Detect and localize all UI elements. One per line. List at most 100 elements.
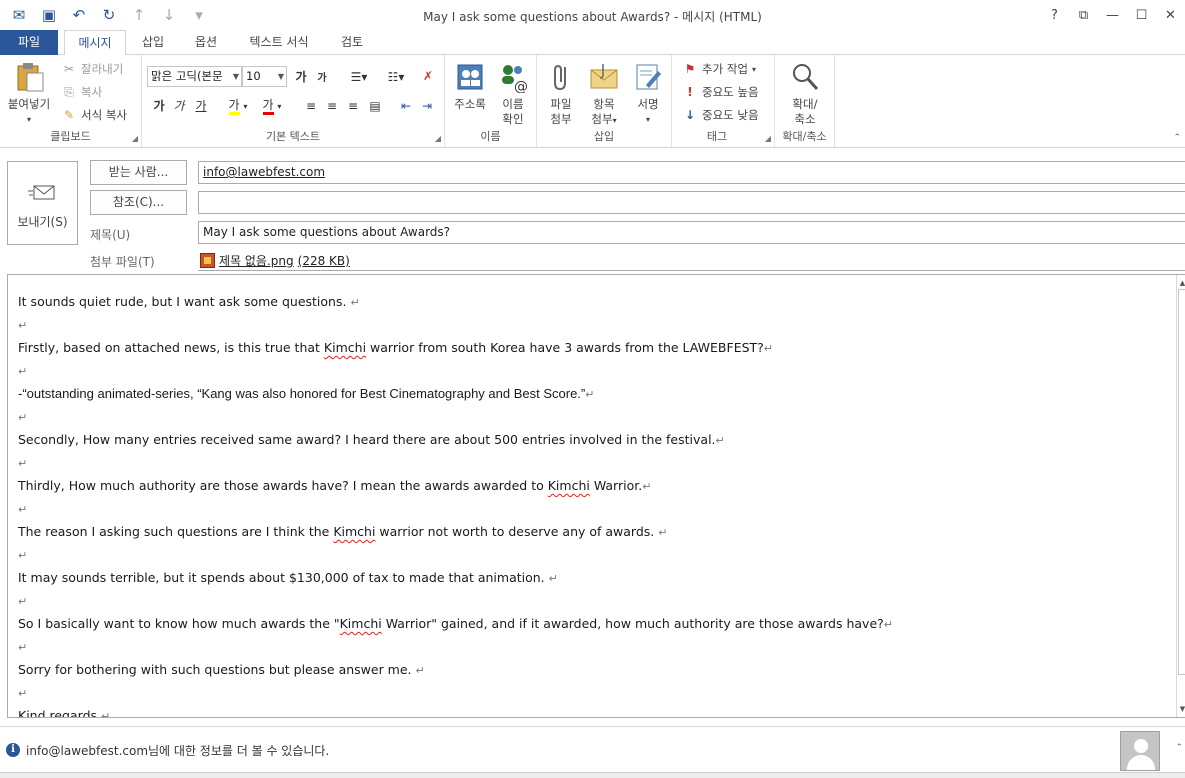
body-line: It sounds quiet rude, but I want ask som…: [18, 294, 360, 309]
cut-button[interactable]: ✂ 잘라내기: [61, 61, 123, 77]
tab-format-text[interactable]: 텍스트 서식: [244, 30, 314, 55]
format-painter-icon: ✎: [63, 108, 75, 122]
format-painter-button[interactable]: ✎ 서식 복사: [61, 107, 127, 123]
highlight-button[interactable]: 가 ▾: [222, 95, 254, 115]
send-icon: [8, 184, 77, 205]
tab-review[interactable]: 검토: [336, 30, 368, 55]
attachment-divider: [198, 270, 1185, 271]
copy-label: 복사: [81, 85, 103, 99]
clipboard-group-label: 클립보드: [50, 130, 91, 143]
signature-button[interactable]: 서명 ▾: [629, 61, 667, 127]
font-color-button[interactable]: 가 ▾: [256, 95, 288, 115]
copy-button[interactable]: ⎘ 복사: [61, 84, 102, 100]
to-recipient[interactable]: info@lawebfest.com: [203, 165, 325, 179]
check-names-button[interactable]: @ 이름 확인: [493, 61, 533, 127]
attach-file-button[interactable]: 파일 첨부: [543, 61, 579, 127]
font-color-label: 가: [262, 98, 274, 115]
close-button[interactable]: ✕: [1156, 4, 1185, 26]
align-center-button[interactable]: ≡: [323, 96, 341, 116]
grow-font-button[interactable]: 가: [292, 67, 310, 87]
eraser-icon: ✗: [422, 69, 434, 83]
body-line: Thirdly, How much authority are those aw…: [18, 478, 652, 493]
low-importance-button[interactable]: ↓ 중요도 낮음: [682, 107, 759, 123]
attachment-item[interactable]: 제목 없음.png (228 KB): [200, 252, 350, 269]
check-names-label-1: 이름: [502, 97, 524, 111]
zoom-group: 확대/ 축소 확대/축소: [775, 55, 835, 147]
decrease-indent-button[interactable]: ⇤: [397, 96, 415, 116]
tab-options[interactable]: 옵션: [190, 30, 222, 55]
address-book-label: 주소록: [454, 97, 486, 111]
paste-label: 붙여넣기: [7, 97, 51, 111]
zoom-label-2: 축소: [794, 112, 816, 126]
contact-avatar[interactable]: [1120, 731, 1160, 771]
align-right-button[interactable]: ≡: [344, 96, 362, 116]
numbering-button[interactable]: ☷▾: [378, 67, 414, 87]
send-button[interactable]: 보내기(S): [7, 161, 78, 245]
to-button[interactable]: 받는 사람...: [90, 160, 187, 185]
tab-file[interactable]: 파일: [0, 30, 58, 55]
body-line: It may sounds terrible, but it spends ab…: [18, 570, 558, 585]
highlight-label: 가: [228, 98, 240, 115]
vertical-scrollbar[interactable]: ▲ ▼: [1176, 275, 1185, 717]
to-field[interactable]: info@lawebfest.com: [198, 161, 1185, 184]
minimize-button[interactable]: —: [1098, 4, 1127, 26]
ribbon-display-button[interactable]: ⧉: [1069, 4, 1098, 26]
low-importance-label: 중요도 낮음: [702, 108, 759, 122]
shrink-font-button[interactable]: 가: [314, 69, 330, 89]
bullets-button[interactable]: ☰▾: [341, 67, 377, 87]
bold-button[interactable]: 가: [151, 96, 167, 116]
clipboard-launcher-icon[interactable]: ◢: [132, 134, 138, 143]
basic-text-launcher-icon[interactable]: ◢: [435, 134, 441, 143]
include-group-label: 삽입: [593, 130, 615, 143]
tags-launcher-icon[interactable]: ◢: [765, 134, 771, 143]
follow-up-button[interactable]: ⚑ 추가 작업 ▾: [682, 61, 756, 77]
clear-formatting-button[interactable]: ✗: [418, 66, 438, 86]
cc-field[interactable]: [198, 191, 1185, 214]
tab-message[interactable]: 메시지: [64, 30, 126, 56]
scroll-up-icon[interactable]: ▲: [1177, 277, 1185, 289]
attach-item-label-2: 첨부: [591, 112, 613, 126]
maximize-button[interactable]: ☐: [1127, 4, 1156, 26]
title-bar: ✉ ▣ ↶ ↻ ↑ ↓ ▾ May I ask some questions a…: [0, 0, 1185, 30]
font-name-combo[interactable]: 맑은 고딕(본문 ▼: [147, 66, 242, 87]
help-button[interactable]: ?: [1040, 4, 1069, 26]
message-body[interactable]: It sounds quiet rude, but I want ask som…: [7, 274, 1185, 718]
exclamation-icon: !: [687, 85, 693, 99]
people-pane-text[interactable]: info@lawebfest.com님에 대한 정보를 더 볼 수 있습니다.: [26, 742, 329, 759]
body-line: The reason I asking such questions are I…: [18, 524, 668, 539]
paperclip-icon: [545, 61, 577, 93]
attach-file-label-1: 파일: [550, 97, 572, 111]
chevron-down-icon: ▾: [243, 102, 248, 111]
message-text[interactable]: It sounds quiet rude, but I want ask som…: [18, 293, 893, 717]
address-book-button[interactable]: 주소록: [449, 61, 491, 112]
scroll-down-icon[interactable]: ▼: [1177, 703, 1185, 715]
attachment-filename: 제목 없음.png: [219, 254, 294, 268]
window-controls: ? ⧉ — ☐ ✕: [1040, 4, 1185, 26]
align-left-button[interactable]: ≡: [302, 96, 320, 116]
down-arrow-icon: ↓: [684, 108, 696, 122]
attachment-size: (228 KB): [297, 253, 350, 268]
people-pane: i info@lawebfest.com님에 대한 정보를 더 볼 수 있습니다…: [0, 726, 1185, 772]
cc-button[interactable]: 참조(C)...: [90, 190, 187, 215]
paste-button[interactable]: 붙여넣기 ▾: [4, 61, 54, 127]
image-file-icon: [200, 253, 215, 268]
chevron-down-icon: ▾: [751, 64, 756, 74]
zoom-button[interactable]: 확대/ 축소: [781, 61, 829, 127]
address-book-icon: [454, 61, 486, 93]
font-size-value: 10: [246, 69, 261, 83]
collapse-ribbon-icon[interactable]: ⌃: [1173, 133, 1181, 143]
paste-dropdown-icon: ▾: [26, 115, 31, 124]
basic-text-group-label: 기본 텍스트: [265, 130, 321, 143]
italic-button[interactable]: 가: [171, 96, 187, 116]
tab-insert[interactable]: 삽입: [138, 30, 168, 55]
justify-button[interactable]: ▤: [366, 96, 384, 116]
scroll-thumb[interactable]: [1178, 289, 1185, 675]
underline-button[interactable]: 가: [193, 96, 209, 116]
increase-indent-button[interactable]: ⇥: [418, 96, 436, 116]
font-size-combo[interactable]: 10 ▼: [242, 66, 287, 87]
high-importance-button[interactable]: ! 중요도 높음: [682, 84, 758, 100]
attach-item-button[interactable]: 항목 첨부▾: [583, 61, 625, 128]
subject-field[interactable]: May I ask some questions about Awards?: [198, 221, 1185, 244]
align-center-icon: ≡: [326, 99, 338, 113]
expand-people-pane-icon[interactable]: ⌃: [1175, 743, 1183, 753]
